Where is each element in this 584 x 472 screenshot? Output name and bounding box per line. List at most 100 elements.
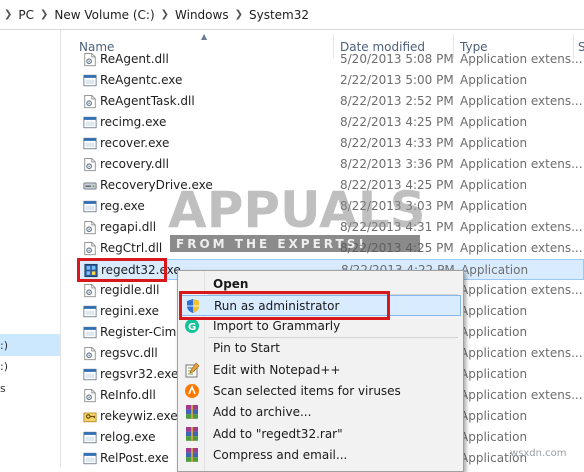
file-date-modified: 8/22/2013 4:31 PM: [340, 220, 454, 234]
drive-icon: [83, 182, 97, 190]
menu-item-label: Pin to Start: [213, 341, 280, 355]
file-name: regsvc.dll: [100, 346, 158, 360]
file-name: recover.exe: [100, 136, 170, 150]
dll-icon: [84, 346, 96, 361]
navigation-pane[interactable]: :) :) s: [0, 30, 61, 467]
context-menu[interactable]: Open Run as administrator G Import to Gramm…: [177, 270, 464, 472]
breadcrumb-windows[interactable]: Windows: [175, 8, 229, 22]
notepadpp-icon: [185, 362, 200, 378]
table-row[interactable]: recovery.dll 8/22/2013 3:36 PM Application…: [79, 154, 584, 175]
menu-item-import-to-grammarly[interactable]: G Import to Grammarly: [180, 316, 461, 337]
file-date-modified: 8/22/2013 2:52 PM: [340, 94, 454, 108]
file-name: RegCtrl.dll: [100, 241, 163, 255]
file-type: Application: [460, 430, 528, 444]
file-name: reg.exe: [100, 199, 145, 213]
keys-icon: [83, 412, 97, 423]
file-type: Application extens...: [460, 388, 583, 402]
table-row[interactable]: RecoveryDrive.exe 8/22/2013 4:25 PM Applic…: [79, 175, 584, 196]
menu-item-add-to-archive[interactable]: Add to archive...: [180, 402, 461, 423]
breadcrumb-volume[interactable]: New Volume (C:): [54, 8, 154, 22]
table-row[interactable]: recimg.exe 8/22/2013 4:25 PM Application: [79, 112, 584, 133]
menu-item-add-to-regedt32-rar[interactable]: Add to "regedt32.rar": [180, 424, 461, 445]
file-date-modified: 5/20/2013 5:08 PM: [340, 52, 454, 66]
svg-text:G: G: [188, 322, 196, 333]
winrar-icon: [186, 427, 198, 441]
file-name: Register-CimP: [100, 325, 184, 339]
table-row[interactable]: ReAgent.dll 5/20/2013 5:08 PM Application …: [79, 49, 584, 70]
menu-item-compress-and-email[interactable]: Compress and email...: [180, 445, 461, 466]
file-name: rekeywiz.exe: [100, 409, 178, 423]
file-type: Application extens...: [460, 94, 583, 108]
dll-icon: [84, 388, 96, 403]
exe-icon: [83, 431, 97, 444]
chevron-right-icon[interactable]: ❯: [4, 9, 12, 20]
file-type: Application: [460, 367, 528, 381]
dll-icon: [84, 241, 96, 256]
nav-item-label[interactable]: s: [0, 382, 6, 395]
uac-shield-icon: [187, 299, 199, 313]
address-bar[interactable]: ❯ PC ❯ New Volume (C:) ❯ Windows ❯ Syste…: [0, 0, 584, 30]
exe-icon: [83, 137, 97, 150]
dll-icon: [84, 283, 96, 298]
exe-icon: [83, 452, 97, 465]
file-type: Application: [460, 178, 528, 192]
file-type: Application: [460, 136, 528, 150]
nav-item-drive-label[interactable]: :): [0, 339, 8, 352]
nav-item-drive-label[interactable]: :): [0, 360, 8, 373]
menu-item-label: Compress and email...: [213, 448, 348, 462]
file-name: relog.exe: [100, 430, 156, 444]
winrar-icon: [186, 448, 198, 462]
file-type: Application: [460, 115, 528, 129]
file-name: RecoveryDrive.exe: [100, 178, 213, 192]
dll-icon: [84, 52, 96, 67]
file-name: ReInfo.dll: [100, 388, 156, 402]
file-name: ReAgent.dll: [100, 52, 169, 66]
menu-item-open[interactable]: Open: [180, 274, 461, 295]
menu-item-edit-with-notepad[interactable]: Edit with Notepad++: [180, 360, 461, 381]
exe-icon: [83, 326, 97, 339]
menu-item-label: Run as administrator: [214, 299, 340, 313]
menu-item-run-as-administrator[interactable]: Run as administrator: [180, 295, 461, 316]
menu-item-scan-selected-items-for-viruses[interactable]: Scan selected items for viruses: [180, 381, 461, 402]
file-type: Application: [460, 409, 528, 423]
file-name: RelPost.exe: [100, 451, 169, 465]
menu-separator: [208, 337, 458, 338]
file-name: regsvr32.exe: [100, 367, 179, 381]
file-name: regapi.dll: [100, 220, 157, 234]
file-date-modified: 8/22/2013 3:03 PM: [340, 199, 454, 213]
menu-separator: [208, 294, 458, 295]
file-date-modified: 2/22/2013 5:00 PM: [340, 73, 454, 87]
file-date-modified: 8/22/2013 4:25 PM: [340, 115, 454, 129]
chevron-right-icon[interactable]: ❯: [161, 9, 169, 20]
file-date-modified: 8/22/2013 4:25 PM: [340, 241, 454, 255]
sort-ascending-icon: ▲: [201, 32, 208, 41]
exe-icon: [83, 116, 97, 129]
file-type: Application: [460, 199, 528, 213]
dll-icon: [84, 220, 96, 235]
table-row[interactable]: recover.exe 8/22/2013 4:33 PM Application: [79, 133, 584, 154]
registry-icon: [84, 263, 98, 278]
menu-item-label: Open: [213, 277, 249, 291]
file-date-modified: 8/22/2013 4:33 PM: [340, 136, 454, 150]
corner-watermark: wsxdn.com: [510, 448, 567, 459]
table-row[interactable]: reg.exe 8/22/2013 3:03 PM Application: [79, 196, 584, 217]
menu-item-label: Import to Grammarly: [213, 319, 341, 333]
table-row[interactable]: regapi.dll 8/22/2013 4:31 PM Application e…: [79, 217, 584, 238]
table-row[interactable]: ReAgentc.exe 2/22/2013 5:00 PM Application: [79, 70, 584, 91]
table-row[interactable]: ReAgentTask.dll 8/22/2013 2:52 PM Applicat…: [79, 91, 584, 112]
file-name: regedt32.exe: [101, 263, 181, 277]
table-row[interactable]: RegCtrl.dll 8/22/2013 4:25 PM Application …: [79, 238, 584, 259]
breadcrumb-pc[interactable]: PC: [18, 8, 34, 22]
file-type: Application: [461, 263, 529, 277]
file-type: Application extens...: [460, 52, 583, 66]
breadcrumb-system32[interactable]: System32: [249, 8, 309, 22]
menu-item-pin-to-start[interactable]: Pin to Start: [180, 338, 461, 359]
nav-selected-item[interactable]: [0, 334, 60, 356]
file-name: regidle.dll: [100, 283, 160, 297]
file-type: Application: [460, 73, 528, 87]
chevron-right-icon[interactable]: ❯: [40, 9, 48, 20]
avast-icon: [185, 384, 199, 398]
chevron-right-icon[interactable]: ❯: [235, 9, 243, 20]
exe-icon: [83, 368, 97, 381]
file-type: Application extens...: [460, 220, 583, 234]
